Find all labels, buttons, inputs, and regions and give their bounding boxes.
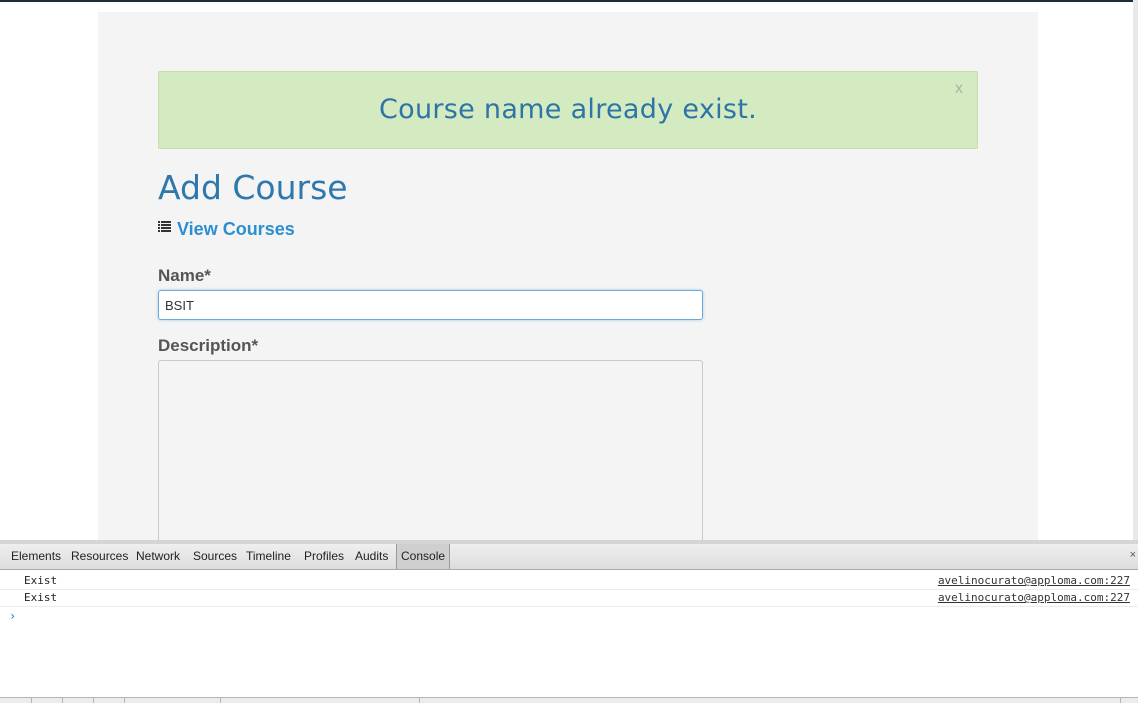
name-label: Name*	[158, 266, 211, 285]
console-message: Exist	[24, 574, 58, 587]
description-textarea[interactable]	[158, 360, 703, 562]
statusbar-divider	[220, 698, 221, 703]
console-source-link[interactable]: avelinocurato@apploma.com:227	[938, 591, 1130, 604]
devtools-statusbar	[0, 697, 1138, 703]
view-courses-link[interactable]: View Courses	[158, 219, 295, 240]
alert-message: Course name already exist.	[378, 94, 758, 125]
console-message: Exist	[24, 591, 58, 604]
console-message-row: Exist avelinocurato@apploma.com:227	[0, 572, 1138, 590]
statusbar-divider	[31, 698, 32, 703]
tab-audits[interactable]: Audits	[355, 544, 388, 569]
tab-timeline[interactable]: Timeline	[246, 544, 291, 569]
tab-elements[interactable]: Elements	[11, 544, 61, 569]
devtools-panel: Elements Resources Network Sources Timel…	[0, 540, 1138, 703]
browser-top-border	[0, 0, 1138, 2]
page-title: Add Course	[158, 168, 348, 207]
tab-network[interactable]: Network	[136, 544, 180, 569]
statusbar-divider	[124, 698, 125, 703]
content-panel: Course name already exist. x Add Course …	[98, 12, 1038, 562]
name-input[interactable]	[158, 290, 703, 320]
description-label: Description*	[158, 336, 259, 355]
view-courses-label: View Courses	[177, 219, 295, 239]
tab-resources[interactable]: Resources	[71, 544, 128, 569]
tab-profiles[interactable]: Profiles	[304, 544, 344, 569]
tab-sources[interactable]: Sources	[193, 544, 237, 569]
console-prompt-icon[interactable]: ›	[9, 609, 16, 623]
statusbar-divider	[62, 698, 63, 703]
window-scrollbar[interactable]	[1133, 0, 1138, 540]
alert-close-button[interactable]: x	[955, 80, 963, 98]
devtools-close-icon[interactable]: ×	[1130, 549, 1136, 561]
list-icon	[158, 221, 171, 232]
console-message-row: Exist avelinocurato@apploma.com:227	[0, 589, 1138, 607]
console-source-link[interactable]: avelinocurato@apploma.com:227	[938, 574, 1130, 587]
devtools-tabbar: Elements Resources Network Sources Timel…	[0, 544, 1138, 570]
alert-banner: Course name already exist. x	[158, 71, 978, 149]
statusbar-divider	[1120, 698, 1121, 703]
tab-console[interactable]: Console	[396, 544, 451, 569]
statusbar-divider	[419, 698, 420, 703]
statusbar-divider	[93, 698, 94, 703]
